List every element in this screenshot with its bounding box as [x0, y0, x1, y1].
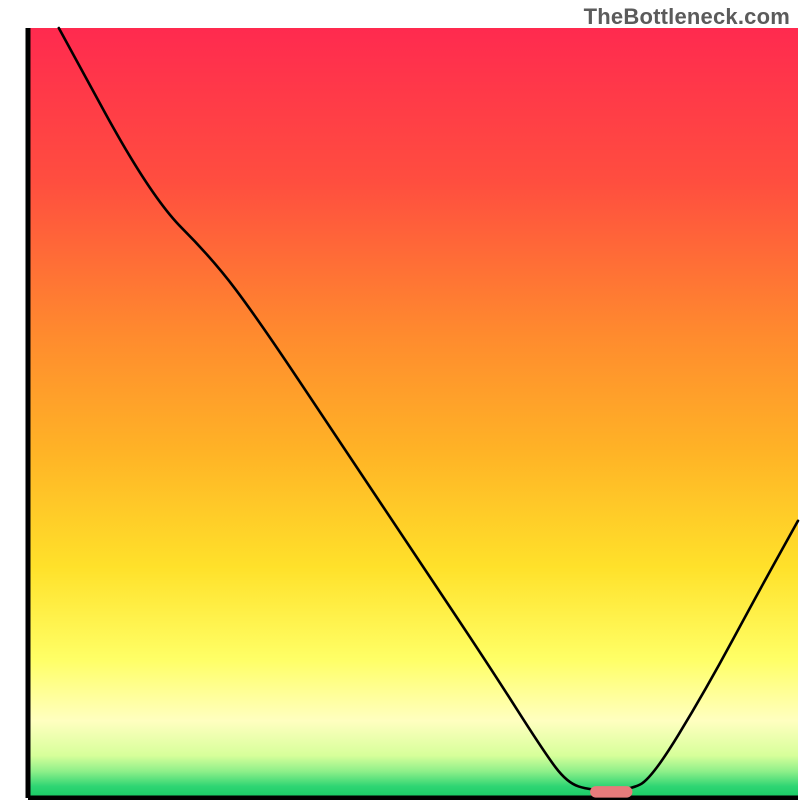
watermark-text: TheBottleneck.com — [584, 4, 790, 30]
gradient-background — [28, 28, 798, 798]
chart-svg — [0, 0, 800, 800]
optimal-marker — [590, 786, 632, 798]
bottleneck-chart: TheBottleneck.com — [0, 0, 800, 800]
